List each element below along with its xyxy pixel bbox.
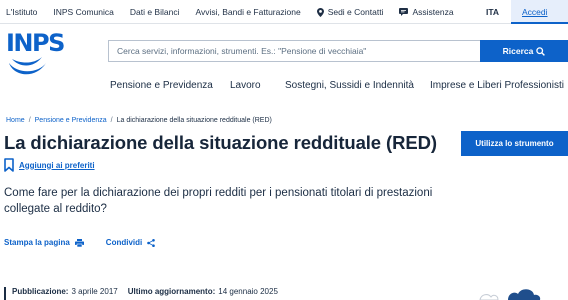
utility-links: L'Istituto INPS Comunica Dati e Bilanci … [6,7,470,17]
add-favorite-label: Aggiungi ai preferiti [19,160,95,170]
link-sedi-contatti[interactable]: Sedi e Contatti [316,7,384,17]
link-avvisi-bandi[interactable]: Avvisi, Bandi e Fatturazione [195,7,300,17]
add-favorite-link[interactable]: Aggiungi ai preferiti [4,158,95,172]
link-dati-bilanci[interactable]: Dati e Bilanci [130,7,180,17]
share-button[interactable]: Condividi [105,238,156,247]
link-sedi-contatti-label: Sedi e Contatti [327,7,384,17]
link-istituto[interactable]: L'Istituto [6,7,37,17]
nav-item-pensione[interactable]: Pensione e Previdenza [110,80,213,91]
chat-icon [399,8,409,16]
language-selector[interactable]: ITA [486,7,499,17]
print-page-label: Stampa la pagina [4,238,70,247]
top-utility-bar: L'Istituto INPS Comunica Dati e Bilanci … [0,0,568,24]
update-label: Ultimo aggiornamento: [127,287,216,296]
search-button[interactable]: Ricerca [480,40,568,62]
logo-swoosh-icon [9,57,46,75]
login-button[interactable]: Accedi [511,0,568,24]
use-tool-button[interactable]: Utilizza lo strumento [461,131,568,156]
publication-date: 3 aprile 2017 [71,287,118,296]
search-button-label: Ricerca [502,46,534,56]
publication-label: Pubblicazione: [12,287,69,296]
use-tool-label: Utilizza lo strumento [475,139,554,148]
share-label: Condividi [105,238,143,247]
logo-text: INPS [6,29,65,57]
print-page-button[interactable]: Stampa la pagina [4,238,84,247]
update-date: 14 gennaio 2025 [218,287,278,296]
breadcrumb-pensione[interactable]: Pensione e Previdenza [35,117,107,124]
search-field[interactable] [108,40,480,62]
page-actions: Stampa la pagina Condividi [4,238,177,247]
link-assistenza[interactable]: Assistenza [399,7,454,17]
breadcrumb-home[interactable]: Home [6,117,25,124]
breadcrumb-current: La dichiarazione della situazione reddit… [116,117,272,124]
share-icon [147,238,156,247]
breadcrumb: Home / Pensione e Previdenza / La dichiarazi… [6,117,272,124]
page-title: La dichiarazione della situazione reddit… [4,132,437,153]
bookmark-icon [4,158,14,172]
map-pin-icon [316,7,324,17]
printer-icon [74,238,84,247]
search-icon [536,46,546,56]
login-label: Accedi [522,7,548,17]
main-navigation: Pensione e Previdenza Lavoro Sostegni, S… [0,80,568,94]
link-inps-comunica[interactable]: INPS Comunica [53,7,113,17]
nav-item-lavoro[interactable]: Lavoro [230,80,261,91]
nav-item-sostegni[interactable]: Sostegni, Sussidi e Indennità [285,80,414,91]
search-input[interactable] [109,41,480,61]
page-description: Come fare per la dichiarazione dei propr… [4,187,433,215]
inps-logo[interactable]: INPS [6,31,65,81]
breadcrumb-separator: / [110,117,113,124]
link-assistenza-label: Assistenza [412,7,454,17]
breadcrumb-separator: / [28,117,31,124]
publication-info: Pubblicazione: 3 aprile 2017 Ultimo aggi… [4,287,288,300]
cloud-illustration-icon [479,289,541,300]
nav-item-imprese[interactable]: Imprese e Liberi Professionisti [430,80,564,91]
